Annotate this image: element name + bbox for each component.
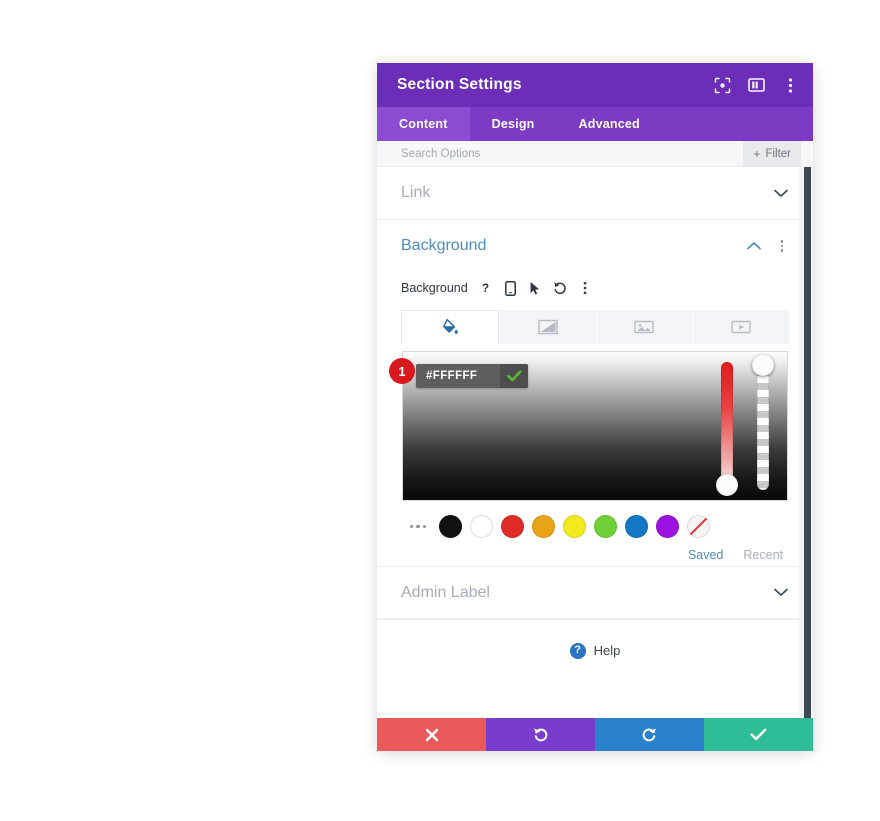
background-color-tab[interactable] — [401, 310, 499, 344]
background-image-tab[interactable] — [596, 310, 693, 344]
scrollbar-thumb[interactable] — [804, 167, 811, 718]
color-picker: 1 — [389, 351, 789, 501]
swatch-transparent[interactable] — [687, 515, 710, 538]
background-field-label: Background — [401, 281, 468, 295]
focus-icon[interactable] — [713, 76, 731, 94]
saturation-value-area[interactable]: 1 — [389, 351, 788, 501]
chevron-down-icon — [773, 585, 789, 601]
background-gradient-tab[interactable] — [499, 310, 596, 344]
page-title: Section Settings — [397, 76, 522, 93]
swatch-white[interactable] — [470, 515, 493, 538]
help-question-icon[interactable]: ? — [478, 280, 493, 296]
alpha-slider[interactable] — [752, 354, 774, 490]
swatch-green[interactable] — [594, 515, 617, 538]
panel-tabs: Content Design Advanced — [377, 107, 813, 141]
section-settings-panel: Section Settings Content Design Advanced… — [377, 63, 813, 751]
plus-icon: + — [753, 147, 761, 161]
undo-icon — [534, 727, 548, 741]
swatch-orange[interactable] — [532, 515, 555, 538]
search-input[interactable] — [401, 147, 701, 160]
hex-input-group — [416, 364, 528, 388]
tab-content[interactable]: Content — [377, 107, 470, 141]
save-button[interactable] — [704, 718, 813, 751]
palette-tab-row: Saved Recent — [401, 548, 789, 566]
tab-advanced[interactable]: Advanced — [557, 107, 662, 141]
close-x-icon — [425, 728, 438, 741]
layout-columns-icon[interactable] — [747, 76, 765, 94]
chevron-down-icon — [773, 185, 789, 201]
hue-slider[interactable] — [716, 362, 738, 496]
chevron-up-icon[interactable] — [747, 237, 761, 255]
background-type-tabs — [401, 310, 789, 344]
swatch-more-icon[interactable] — [405, 524, 431, 529]
search-row: + Filter — [377, 141, 813, 167]
accordion-admin-label-label: Admin Label — [401, 583, 490, 601]
section-kebab-menu-icon[interactable] — [775, 240, 789, 252]
titlebar-icon-group — [713, 76, 799, 94]
help-question-icon: ? — [569, 642, 586, 659]
accordion-admin-label[interactable]: Admin Label — [377, 566, 813, 619]
background-video-tab[interactable] — [693, 310, 789, 344]
background-field-row: Background ? — [401, 274, 789, 302]
panel-footer — [377, 718, 813, 751]
hover-cursor-icon[interactable] — [528, 280, 543, 296]
picker-sliders — [716, 354, 774, 496]
scrollbar-track[interactable] — [799, 167, 813, 718]
swatch-yellow[interactable] — [563, 515, 586, 538]
swatch-black[interactable] — [439, 515, 462, 538]
help-label: Help — [593, 643, 621, 658]
accordion-link-label: Link — [401, 184, 431, 201]
palette-tab-saved[interactable]: Saved — [688, 548, 723, 562]
kebab-menu-icon[interactable] — [781, 76, 799, 94]
swatch-purple[interactable] — [656, 515, 679, 538]
color-swatch-row — [401, 515, 789, 538]
screenshot-root: Section Settings Content Design Advanced… — [0, 0, 880, 821]
filter-button-label: Filter — [765, 148, 791, 160]
step-badge-1: 1 — [389, 358, 415, 384]
svg-text:?: ? — [482, 283, 489, 295]
hue-slider-handle[interactable] — [716, 474, 738, 496]
alpha-slider-handle[interactable] — [752, 354, 774, 376]
mobile-device-icon[interactable] — [503, 280, 518, 296]
swatch-blue[interactable] — [625, 515, 648, 538]
palette-tab-recent[interactable]: Recent — [743, 548, 783, 562]
cancel-button[interactable] — [377, 718, 486, 751]
help-button[interactable]: ? Help — [377, 619, 813, 681]
swatch-red[interactable] — [501, 515, 524, 538]
undo-button[interactable] — [486, 718, 595, 751]
section-background-header[interactable]: Background — [401, 220, 789, 272]
settings-scroll-body: Link Background Background ? 1 #FFFFFF S… — [377, 167, 813, 718]
check-icon — [750, 728, 767, 741]
hex-input[interactable] — [416, 364, 500, 388]
redo-button[interactable] — [595, 718, 704, 751]
hex-confirm-button[interactable] — [500, 364, 528, 388]
redo-icon — [642, 727, 656, 741]
filter-button[interactable]: + Filter — [743, 141, 801, 167]
panel-titlebar: Section Settings — [377, 63, 813, 107]
kebab-menu-icon[interactable] — [578, 280, 593, 296]
section-background: Background Background ? 1 #FFFFFF Saved … — [377, 220, 813, 566]
accordion-link[interactable]: Link — [377, 167, 813, 220]
section-background-title: Background — [401, 237, 487, 254]
tab-design[interactable]: Design — [470, 107, 557, 141]
reset-undo-icon[interactable] — [553, 280, 568, 296]
